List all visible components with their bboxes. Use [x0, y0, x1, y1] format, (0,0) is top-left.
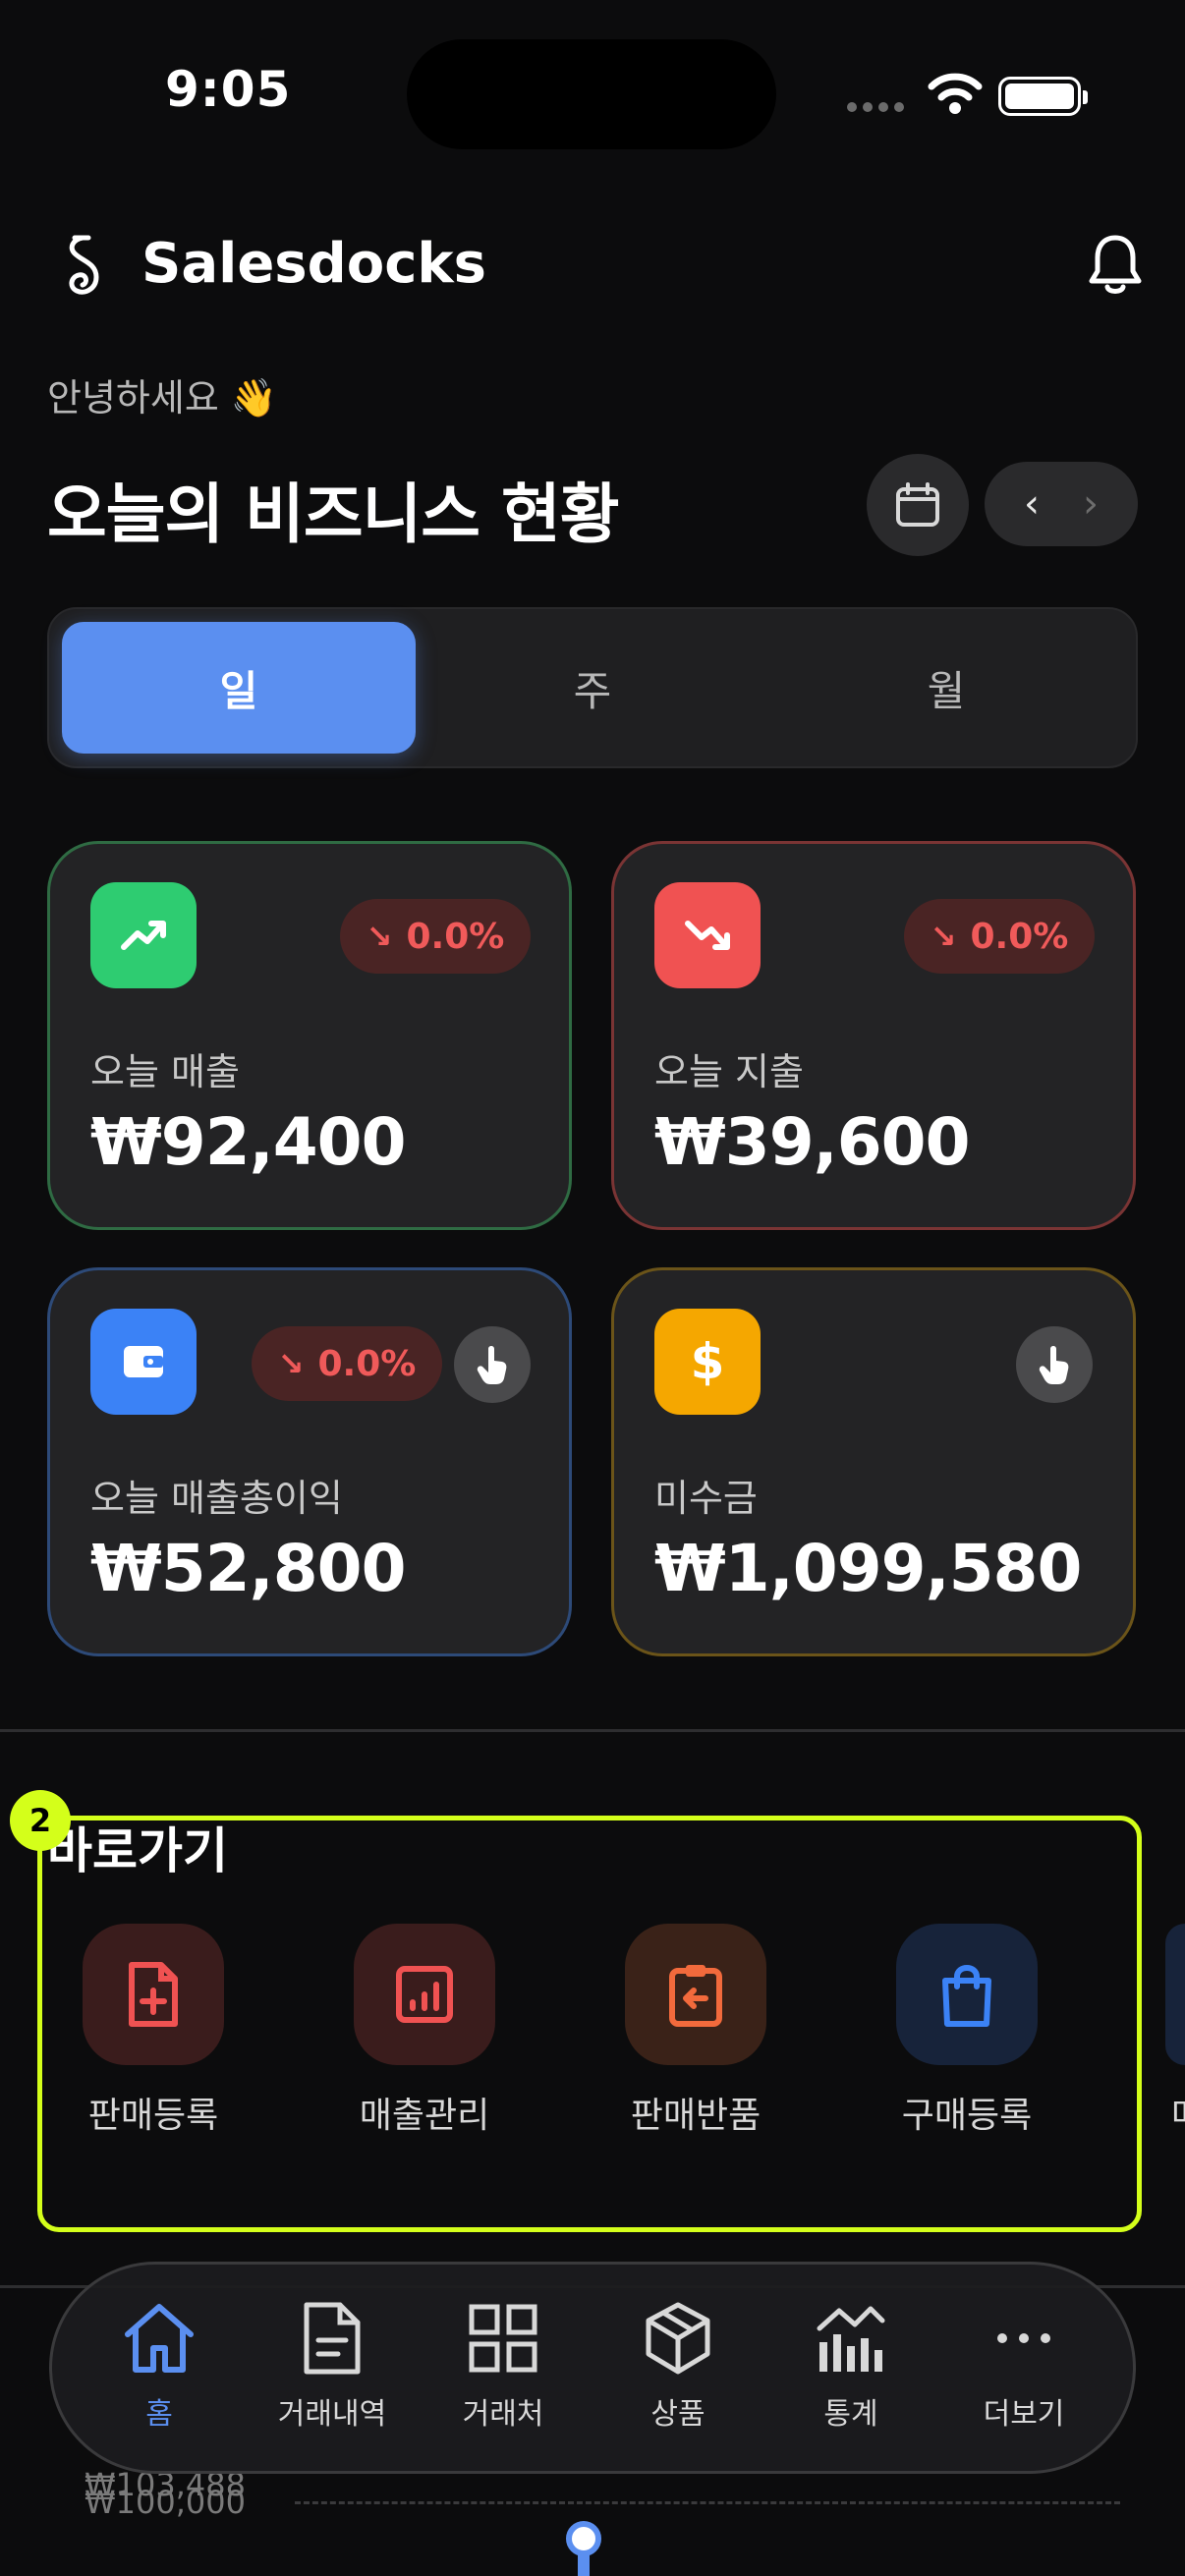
tab-label: 거래내역 — [277, 2397, 387, 2432]
calendar-icon — [896, 482, 939, 527]
date-nav: ‹ › — [985, 462, 1138, 546]
signal-icon — [847, 102, 906, 114]
trend-down-icon — [654, 882, 761, 988]
chevron-left-icon[interactable]: ‹ — [1024, 484, 1040, 524]
tab-label: 통계 — [823, 2397, 878, 2432]
chart-gridline — [295, 2501, 1120, 2504]
home-icon — [125, 2304, 194, 2373]
card-value: ₩39,600 — [654, 1104, 970, 1180]
chevron-right-icon[interactable]: › — [1083, 484, 1099, 524]
document-icon — [304, 2302, 361, 2375]
arrow-down-right-icon: ↘ — [930, 918, 957, 955]
dynamic-island — [407, 39, 776, 149]
tab-label: 상품 — [650, 2397, 705, 2432]
tab-clients[interactable]: 거래처 — [424, 2299, 582, 2433]
dollar-icon: $ — [654, 1309, 761, 1415]
grid-icon — [469, 2304, 537, 2373]
clipboard-return-icon[interactable] — [625, 1924, 766, 2065]
calendar-button[interactable] — [867, 454, 969, 556]
logo-icon — [69, 235, 99, 295]
annotation-marker: 2 — [10, 1790, 71, 1851]
bell-icon[interactable] — [1085, 232, 1146, 299]
app-title: Salesdocks — [141, 232, 486, 296]
wallet-icon — [90, 1309, 197, 1415]
card-value: ₩1,099,580 — [654, 1531, 1082, 1606]
status-time: 9:05 — [165, 61, 292, 118]
greeting-text: 안녕하세요 👋 — [47, 376, 278, 420]
next-shortcut-partial[interactable] — [1165, 1924, 1185, 2065]
tab-stats[interactable]: 통계 — [772, 2299, 930, 2433]
background-value: ₩100,000 — [85, 2484, 246, 2521]
shopping-bag-icon[interactable] — [896, 1924, 1038, 2065]
tab-more[interactable]: 더보기 — [945, 2299, 1102, 2433]
tab-day[interactable]: 일 — [62, 658, 416, 718]
box-icon — [646, 2302, 710, 2375]
tab-label: 거래처 — [462, 2397, 544, 2432]
change-badge: ↘ 0.0% — [252, 1326, 442, 1401]
shortcut-label-partial: 매 — [1171, 2087, 1185, 2138]
shortcut-label[interactable]: 판매반품 — [588, 2087, 804, 2138]
file-plus-icon[interactable] — [83, 1924, 224, 2065]
tab-products[interactable]: 상품 — [599, 2299, 757, 2433]
stats-icon — [817, 2306, 885, 2372]
section-divider — [0, 1729, 1185, 1732]
arrow-down-right-icon: ↘ — [277, 1345, 305, 1382]
shortcut-label[interactable]: 판매등록 — [45, 2087, 261, 2138]
card-label: 오늘 매출총이익 — [90, 1477, 343, 1520]
tab-home[interactable]: 홈 — [81, 2299, 238, 2433]
tab-transactions[interactable]: 거래내역 — [254, 2299, 411, 2433]
page-title: 오늘의 비즈니스 현황 — [47, 476, 619, 552]
chart-point-stem — [578, 2552, 590, 2576]
card-value: ₩92,400 — [90, 1104, 406, 1180]
tab-week[interactable]: 주 — [416, 658, 769, 718]
bar-chart-icon[interactable] — [354, 1924, 495, 2065]
battery-icon — [998, 77, 1088, 116]
card-label: 오늘 매출 — [90, 1050, 240, 1093]
trend-up-icon — [90, 882, 197, 988]
tap-hand-icon[interactable] — [454, 1326, 531, 1403]
more-icon — [997, 2333, 1050, 2343]
change-badge: ↘ 0.0% — [340, 899, 531, 974]
chart-point — [566, 2521, 601, 2556]
card-label: 미수금 — [654, 1477, 758, 1520]
card-value: ₩52,800 — [90, 1531, 406, 1606]
tab-month[interactable]: 월 — [769, 658, 1123, 718]
tap-hand-icon[interactable] — [1016, 1326, 1093, 1403]
tab-label: 홈 — [145, 2397, 173, 2432]
arrow-down-right-icon: ↘ — [366, 918, 393, 955]
tab-label: 더보기 — [983, 2397, 1065, 2432]
shortcut-label[interactable]: 매출관리 — [316, 2087, 533, 2138]
wifi-icon — [928, 73, 983, 114]
change-badge: ↘ 0.0% — [904, 899, 1095, 974]
shortcut-label[interactable]: 구매등록 — [859, 2087, 1075, 2138]
card-label: 오늘 지출 — [654, 1050, 804, 1093]
